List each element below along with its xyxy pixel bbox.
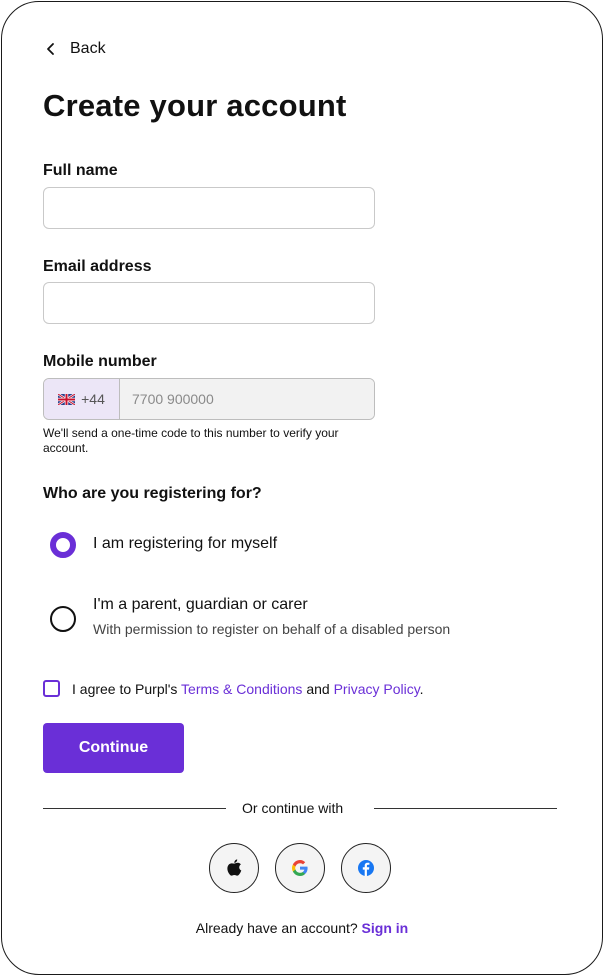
registering-question: Who are you registering for? [43, 485, 262, 502]
country-code: +44 [81, 391, 105, 407]
radio-selected[interactable] [50, 532, 76, 558]
google-icon [292, 860, 308, 876]
mobile-label: Mobile number [43, 353, 157, 370]
radio-unselected[interactable] [50, 606, 76, 632]
radio-option-title: I'm a parent, guardian or carer [93, 596, 308, 613]
uk-flag-icon [58, 393, 76, 405]
terms-prefix: I agree to Purpl's [72, 680, 178, 697]
country-code-selector[interactable]: +44 [44, 379, 120, 419]
divider-right [374, 808, 557, 809]
page-title: Create your account [43, 88, 347, 123]
mobile-hint: We'll send a one-time code to this numbe… [43, 426, 339, 455]
chevron-left-icon [47, 43, 54, 55]
facebook-signin-button[interactable] [341, 843, 391, 893]
apple-signin-button[interactable] [209, 843, 259, 893]
privacy-link[interactable]: Privacy Policy [334, 681, 420, 697]
signin-text: Already have an account? [195, 920, 358, 936]
email-label: Email address [43, 258, 152, 275]
terms-suffix: . [419, 680, 424, 697]
divider-left [43, 808, 226, 809]
back-label: Back [70, 40, 106, 57]
email-input[interactable] [43, 282, 375, 324]
mobile-field: +44 [43, 378, 375, 420]
terms-checkbox[interactable] [43, 680, 60, 697]
apple-icon [227, 859, 242, 876]
radio-option-subtitle: With permission to register on behalf of… [93, 621, 451, 637]
google-signin-button[interactable] [275, 843, 325, 893]
facebook-icon [358, 860, 374, 876]
radio-option-carer[interactable]: I'm a parent, guardian or carer With per… [50, 596, 450, 637]
terms-text: I agree to Purpl's Terms & Conditions an… [72, 681, 424, 697]
terms-joiner: and [306, 680, 330, 697]
radio-option-myself[interactable]: I am registering for myself [50, 532, 277, 558]
terms-agreement: I agree to Purpl's Terms & Conditions an… [43, 680, 424, 697]
terms-link[interactable]: Terms & Conditions [181, 681, 302, 697]
signin-prompt: Already have an account? Sign in [0, 920, 604, 936]
continue-button[interactable]: Continue [43, 723, 184, 773]
radio-option-title: I am registering for myself [93, 535, 278, 552]
full-name-label: Full name [43, 162, 118, 179]
signin-link[interactable]: Sign in [362, 920, 409, 936]
full-name-input[interactable] [43, 187, 375, 229]
back-link[interactable]: Back [46, 40, 106, 58]
mobile-input[interactable] [120, 379, 374, 419]
divider-label: Or continue with [242, 800, 344, 816]
